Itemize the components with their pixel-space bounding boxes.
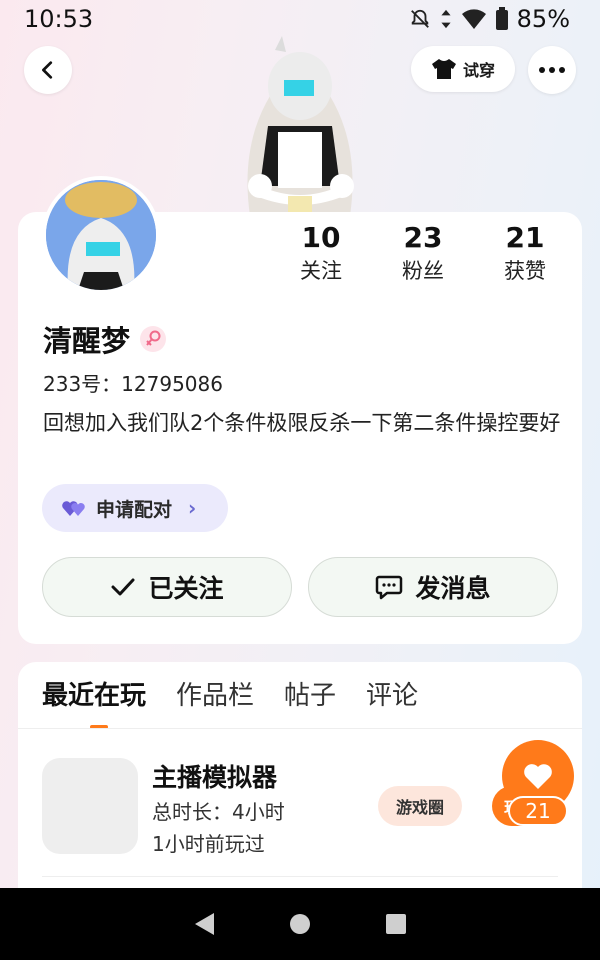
tab-works[interactable]: 作品栏 bbox=[176, 678, 254, 714]
tab-recently-played-label: 最近在玩 bbox=[42, 681, 147, 711]
status-time: 10:53 bbox=[24, 5, 94, 33]
stat-followers-count: 23 bbox=[403, 221, 443, 254]
tab-comments-label: 评论 bbox=[366, 681, 419, 711]
system-nav-bar bbox=[0, 888, 600, 960]
try-on-label: 试穿 bbox=[462, 61, 495, 80]
heart-icon bbox=[524, 764, 552, 789]
game-thumbnail bbox=[42, 758, 138, 854]
content-tabs-card: 最近在玩 作品栏 帖子 评论 主播模拟器 总时长：4小时 1小时前玩过 游戏圈 … bbox=[18, 662, 582, 902]
username-row: 清醒梦 bbox=[43, 318, 167, 360]
back-icon bbox=[42, 61, 53, 79]
profile-stats: 10 关注 23 粉丝 21 获赞 bbox=[270, 220, 576, 286]
stat-following-label: 关注 bbox=[300, 259, 342, 283]
nav-recents-icon[interactable] bbox=[384, 912, 408, 936]
double-heart-icon bbox=[62, 501, 85, 516]
gender-badge bbox=[140, 326, 167, 352]
user-id: 233号：12795086 bbox=[43, 372, 223, 396]
tab-recently-played[interactable]: 最近在玩 bbox=[42, 678, 147, 729]
tab-posts[interactable]: 帖子 bbox=[284, 678, 336, 714]
send-message-button[interactable]: 发消息 bbox=[308, 557, 558, 617]
avatar-image bbox=[46, 180, 156, 290]
battery-percent: 85% bbox=[516, 5, 570, 33]
user-bio: 回想加入我们队2个条件极限反杀一下第二条件操控要好 bbox=[43, 411, 561, 435]
send-message-label: 发消息 bbox=[415, 574, 491, 603]
tab-posts-label: 帖子 bbox=[284, 681, 337, 711]
avatar[interactable] bbox=[42, 176, 160, 294]
check-icon bbox=[111, 578, 135, 596]
following-button[interactable]: 已关注 bbox=[42, 557, 292, 617]
game-total-duration: 总时长：4小时 bbox=[152, 800, 285, 824]
username: 清醒梦 bbox=[43, 324, 131, 358]
apply-pair-label: 申请配对 bbox=[96, 498, 173, 521]
status-bar: 10:53 85% bbox=[0, 0, 600, 40]
battery-icon bbox=[495, 7, 508, 30]
more-button[interactable] bbox=[528, 46, 576, 94]
tab-comments[interactable]: 评论 bbox=[366, 678, 418, 714]
status-icons: 85% bbox=[409, 5, 570, 33]
wifi-icon bbox=[461, 9, 486, 29]
character-avatar-figure bbox=[247, 36, 354, 216]
back-button[interactable] bbox=[24, 46, 72, 94]
stat-following-count: 10 bbox=[301, 221, 341, 254]
following-label: 已关注 bbox=[148, 574, 224, 603]
bell-off-icon bbox=[410, 9, 429, 28]
like-count-badge: 21 bbox=[508, 796, 568, 826]
chevron-right-icon: › bbox=[188, 496, 197, 520]
stat-following[interactable]: 10 关注 bbox=[271, 220, 371, 286]
game-circle-button[interactable]: 游戏圈 bbox=[378, 786, 462, 826]
avatar-character-icon bbox=[46, 180, 156, 290]
stat-likes-count: 21 bbox=[505, 221, 545, 254]
shirt-icon bbox=[431, 59, 456, 79]
game-last-played: 1小时前玩过 bbox=[152, 832, 265, 856]
stat-followers-label: 粉丝 bbox=[402, 259, 444, 283]
apply-pair-button[interactable]: 申请配对 › bbox=[42, 484, 228, 532]
stat-likes[interactable]: 21 获赞 bbox=[475, 220, 575, 286]
list-divider bbox=[42, 876, 558, 877]
stat-followers[interactable]: 23 粉丝 bbox=[373, 220, 473, 286]
female-icon bbox=[146, 330, 161, 346]
more-icon bbox=[539, 67, 565, 73]
message-icon bbox=[376, 575, 403, 600]
tab-bar: 最近在玩 作品栏 帖子 评论 bbox=[42, 678, 418, 729]
tabs-divider bbox=[18, 728, 582, 729]
data-arrows-icon bbox=[441, 9, 451, 29]
try-on-button[interactable]: 试穿 bbox=[411, 46, 515, 92]
game-name: 主播模拟器 bbox=[152, 763, 278, 792]
nav-home-icon[interactable] bbox=[288, 912, 312, 936]
stat-likes-label: 获赞 bbox=[504, 259, 546, 283]
tab-works-label: 作品栏 bbox=[176, 681, 255, 711]
nav-back-icon[interactable] bbox=[192, 911, 216, 937]
list-item[interactable]: 主播模拟器 总时长：4小时 1小时前玩过 游戏圈 玩 bbox=[42, 758, 562, 858]
